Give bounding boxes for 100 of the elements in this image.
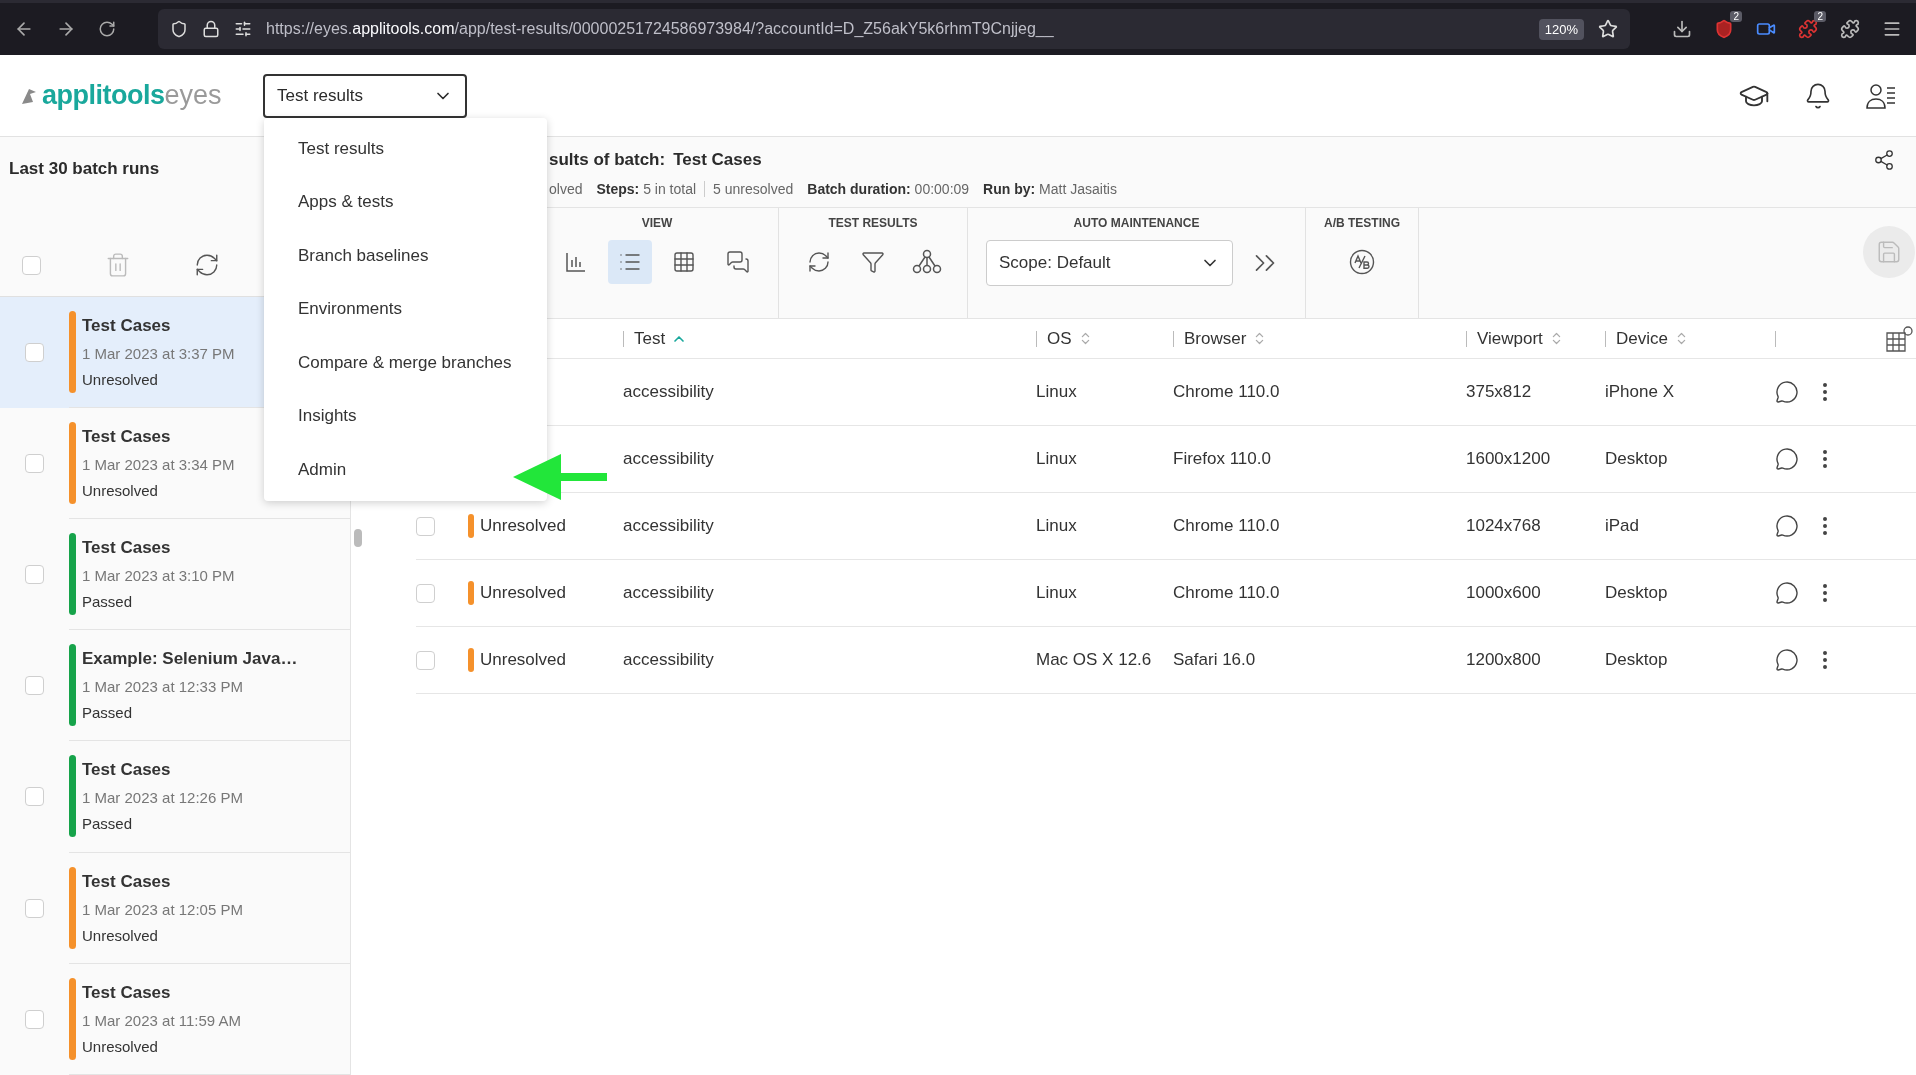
- checkbox[interactable]: [25, 453, 44, 473]
- batch-stat: Run by: Matt Jasaitis: [983, 181, 1117, 197]
- batch-item[interactable]: Example: Selenium Java… 1 Mar 2023 at 12:33 PM Passed: [0, 630, 350, 742]
- browser-cell-text: Chrome 110.0: [1173, 382, 1281, 402]
- batch-name: Example: Selenium Java…: [82, 649, 298, 670]
- checkbox[interactable]: [25, 676, 44, 696]
- viewport-cell-text: 1200x800: [1466, 650, 1542, 670]
- toolbar-group-title: AUTO MAINTENANCE: [1073, 216, 1200, 230]
- zoom-level[interactable]: 120%: [1538, 18, 1584, 40]
- viewport-cell-text: 1600x1200: [1466, 449, 1552, 469]
- test-cell-text: accessibility: [623, 516, 715, 536]
- checkbox[interactable]: [25, 342, 44, 362]
- bar-chart-icon: [565, 251, 587, 273]
- share-icon: [1873, 149, 1895, 171]
- viewport-cell-text: 1000x600: [1466, 583, 1542, 603]
- reload-icon[interactable]: [98, 20, 116, 38]
- batch-item[interactable]: Test Cases 1 Mar 2023 at 3:10 PM Passed: [0, 518, 350, 631]
- bell-icon: [1804, 81, 1832, 110]
- batch-name: Test Cases: [82, 871, 172, 892]
- bookmark-star-icon[interactable]: [1598, 19, 1618, 39]
- page-select[interactable]: Test results: [263, 73, 467, 118]
- device-cell-text: iPhone X: [1605, 382, 1675, 402]
- url-text: https://eyes.applitools.com/app/test-results/00000251724586973984/?accountId=D_Z56akY5k6rhmT9Cnjjeg__: [266, 20, 1055, 38]
- checkbox[interactable]: [25, 787, 44, 807]
- row-checkbox[interactable]: [416, 650, 435, 670]
- status-cell: Unresolved: [480, 583, 566, 603]
- batch-status: Unresolved: [82, 481, 159, 499]
- extensions-icon[interactable]: [1840, 19, 1860, 39]
- notifications-button[interactable]: [1804, 81, 1832, 110]
- batch-status: Passed: [82, 704, 134, 722]
- menu-item[interactable]: Apps & tests: [298, 175, 394, 229]
- lock-icon: [202, 20, 220, 38]
- viewport-cell-text: 375x812: [1466, 382, 1533, 402]
- column-header[interactable]: OS: [1036, 330, 1093, 347]
- batch-item[interactable]: Test Cases 1 Mar 2023 at 11:59 AM Unresolved: [0, 963, 350, 1075]
- column-header[interactable]: Device: [1605, 330, 1689, 347]
- browser-cell-text: Firefox 110.0: [1173, 449, 1272, 469]
- checkbox[interactable]: [25, 565, 44, 585]
- os-cell-text: Linux: [1036, 382, 1078, 402]
- account-button[interactable]: [1866, 81, 1896, 110]
- toolbar-group-title: VIEW: [641, 216, 673, 230]
- select-all-checkbox[interactable]: [22, 255, 41, 275]
- filter-icon: [861, 250, 885, 274]
- toolbar-group-title: TEST RESULTS: [828, 216, 918, 230]
- batch-item[interactable]: Test Cases 1 Mar 2023 at 12:05 PM Unresolved: [0, 852, 350, 964]
- list-button[interactable]: [608, 240, 652, 284]
- comment-icon[interactable]: [1775, 581, 1799, 605]
- table-settings-icon: [1885, 324, 1915, 353]
- device-cell-text: Desktop: [1605, 650, 1669, 670]
- grid-icon: [672, 250, 696, 274]
- browser-cell-text: Chrome 110.0: [1173, 583, 1281, 603]
- table-settings-button[interactable]: [1885, 324, 1915, 353]
- device-cell-text: Desktop: [1605, 449, 1669, 469]
- status-cell: Unresolved: [480, 516, 566, 536]
- share-button[interactable]: [1873, 149, 1895, 171]
- batch-title: Test Cases: [673, 150, 762, 170]
- column-header[interactable]: Viewport: [1466, 330, 1564, 347]
- menu-item[interactable]: Test results: [298, 122, 384, 176]
- shield-icon[interactable]: [1714, 19, 1734, 39]
- menu-icon[interactable]: [1882, 19, 1902, 39]
- logo-text: eyes: [164, 80, 222, 111]
- test-cell-text: accessibility: [623, 650, 715, 670]
- shield-icon: [170, 20, 188, 38]
- checkbox[interactable]: [25, 1009, 44, 1029]
- batch-item[interactable]: Test Cases 1 Mar 2023 at 12:26 PM Passed: [0, 741, 350, 853]
- scrollbar-thumb[interactable]: [354, 529, 362, 547]
- column-header[interactable]: Test: [623, 330, 688, 347]
- extension-icon[interactable]: [1798, 19, 1818, 39]
- menu-item[interactable]: Admin: [298, 443, 347, 497]
- batch-name: Test Cases: [82, 982, 172, 1003]
- status-summary: olved: [549, 181, 583, 197]
- column-header[interactable]: Browser: [1173, 330, 1268, 347]
- row-checkbox[interactable]: [416, 516, 435, 536]
- batch-name: Test Cases: [82, 315, 172, 336]
- batch-date: 1 Mar 2023 at 3:34 PM: [82, 455, 235, 473]
- batch-status: Passed: [82, 815, 134, 833]
- viewport-cell-text: 1024x768: [1466, 516, 1542, 536]
- download-icon[interactable]: [1672, 19, 1692, 39]
- permissions-icon[interactable]: [234, 20, 252, 38]
- checkbox[interactable]: [25, 898, 44, 918]
- toolbar-group-title: A/B TESTING: [1324, 216, 1400, 230]
- address-bar[interactable]: https://eyes.applitools.com/app/test-results/00000251724586973984/?accountId=D_Z56akY5k6rhmT9Cnjjeg__ 120%: [158, 9, 1630, 49]
- device-cell-text: Desktop: [1605, 583, 1669, 603]
- test-cell-text: accessibility: [623, 449, 715, 469]
- browser-cell-text: Safari 16.0: [1173, 650, 1257, 670]
- scope-select[interactable]: Scope: Default: [986, 240, 1233, 286]
- batch-date: 1 Mar 2023 at 12:26 PM: [82, 789, 243, 807]
- comment-icon[interactable]: [1775, 648, 1799, 672]
- batch-date: 1 Mar 2023 at 11:59 AM: [82, 1011, 241, 1029]
- device-cell-text: iPad: [1605, 516, 1641, 536]
- comments-icon: [726, 250, 750, 274]
- comment-icon[interactable]: [1775, 447, 1799, 471]
- os-cell-text: Mac OS X 12.6: [1036, 650, 1153, 670]
- batch-title-label: sults of batch:: [549, 150, 666, 170]
- batch-name: Test Cases: [82, 760, 172, 781]
- comment-icon[interactable]: [1775, 380, 1799, 404]
- comment-icon[interactable]: [1775, 514, 1799, 538]
- batch-stat: Batch duration: 00:00:09: [807, 181, 970, 197]
- menu-item[interactable]: Branch baselines: [298, 229, 429, 283]
- row-checkbox[interactable]: [416, 583, 435, 603]
